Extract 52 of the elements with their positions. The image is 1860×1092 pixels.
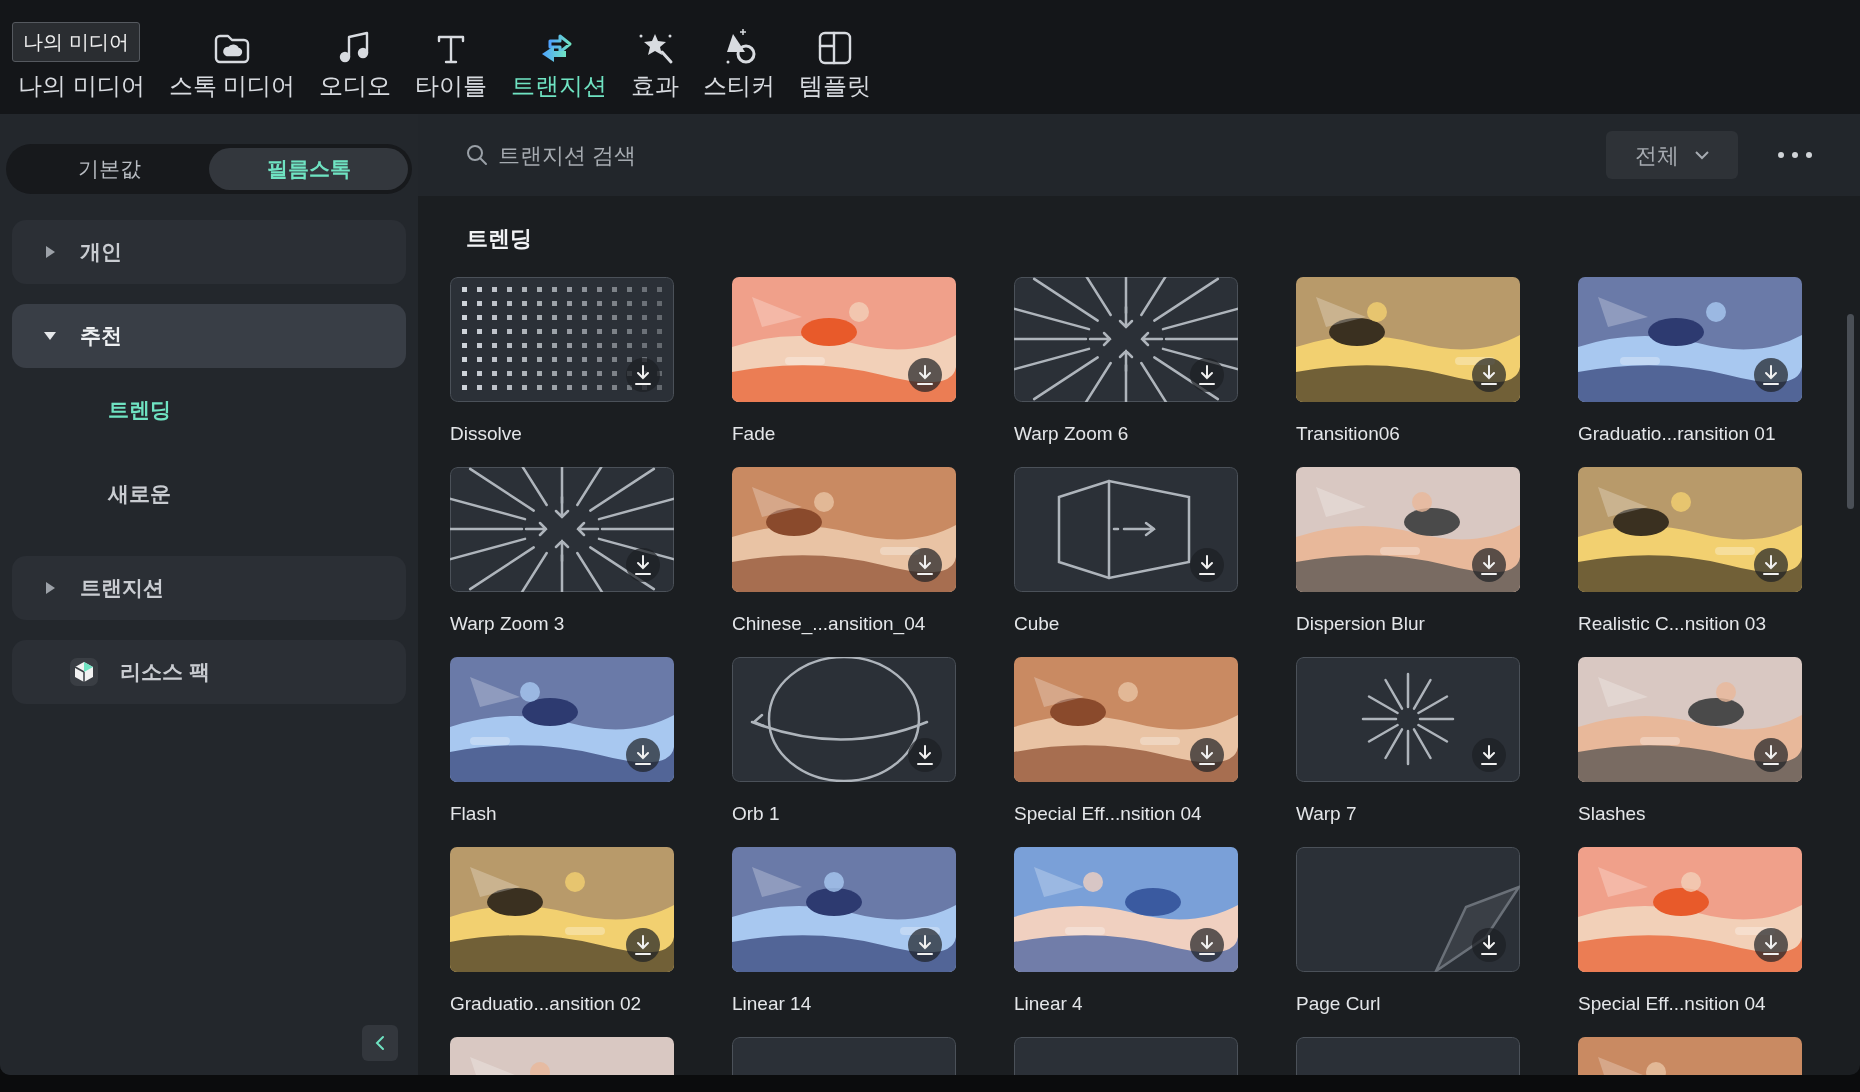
- caret-right-icon: [44, 582, 56, 594]
- tile-label: Special Eff...nsition 04: [1014, 802, 1203, 826]
- sidebar-item[interactable]: 개인: [12, 220, 406, 284]
- sidebar-subitem[interactable]: 트렌딩: [12, 368, 406, 452]
- tile-label: Warp Zoom 3: [450, 612, 566, 636]
- tooltip: 나의 미디어: [12, 22, 140, 62]
- tab[interactable]: 타이틀: [405, 26, 498, 100]
- tab[interactable]: 스톡 미디어: [158, 26, 306, 100]
- tile-label: Linear 14: [732, 992, 813, 1016]
- tile-label: Warp 7: [1296, 802, 1358, 826]
- caret-down-icon: [44, 331, 56, 341]
- tab[interactable]: 트랜지션: [501, 26, 618, 100]
- tile-label: Flash: [450, 802, 498, 826]
- chevron-left-icon: [375, 1035, 385, 1051]
- tile-label: Graduatio...ransition 01: [1578, 422, 1777, 446]
- tile-label: Dissolve: [450, 422, 523, 446]
- scrollbar[interactable]: [1847, 314, 1854, 509]
- sidebar-item-label: 개인: [80, 239, 122, 266]
- filter-dropdown[interactable]: 전체: [1606, 131, 1738, 179]
- tab[interactable]: 효과: [621, 26, 690, 100]
- tile-label: Special Eff...nsition 04: [1578, 992, 1767, 1016]
- cube-icon: [70, 658, 98, 686]
- tile-label: Slashes: [1578, 802, 1647, 826]
- tile-label: Graduatio...ansition 02: [450, 992, 643, 1016]
- tile-label: Dispersion Blur: [1296, 612, 1426, 636]
- tile-label: Linear 4: [1014, 992, 1084, 1016]
- sidebar-item[interactable]: 리소스 팩: [12, 640, 406, 704]
- tile-label: Warp Zoom 6: [1014, 422, 1130, 446]
- caret-right-icon: [44, 246, 56, 258]
- tile-label: Orb 1: [732, 802, 781, 826]
- segment-tab[interactable]: 필름스톡: [209, 148, 408, 190]
- sidebar-item-label: 추천: [80, 323, 122, 350]
- tile-label: Chinese_...ansition_04: [732, 612, 927, 637]
- sidebar-subitem[interactable]: 새로운: [12, 452, 406, 536]
- collapse-button[interactable]: [362, 1025, 398, 1061]
- tab[interactable]: 오디오: [309, 26, 402, 100]
- tile-label: Transition06: [1296, 422, 1401, 446]
- section-title: 트렌딩: [465, 225, 533, 253]
- sidebar-item[interactable]: 트랜지션: [12, 556, 406, 620]
- search-field[interactable]: 트랜지션 검색: [498, 138, 898, 172]
- sidebar-item-label: 트랜지션: [80, 575, 164, 602]
- tab[interactable]: 템플릿: [789, 26, 882, 100]
- tile-label: Fade: [732, 422, 777, 446]
- segment-tab[interactable]: 기본값: [10, 148, 209, 190]
- tile-label: Realistic C...nsition 03: [1578, 612, 1767, 636]
- tile-label: Page Curl: [1296, 992, 1382, 1016]
- search-icon: [466, 144, 488, 166]
- sidebar-item[interactable]: 추천: [12, 304, 406, 368]
- sidebar-item-label: 리소스 팩: [120, 659, 210, 686]
- tile-label: Cube: [1014, 612, 1061, 636]
- tab[interactable]: 스티커: [693, 26, 786, 100]
- chevron-down-icon: [1695, 150, 1709, 160]
